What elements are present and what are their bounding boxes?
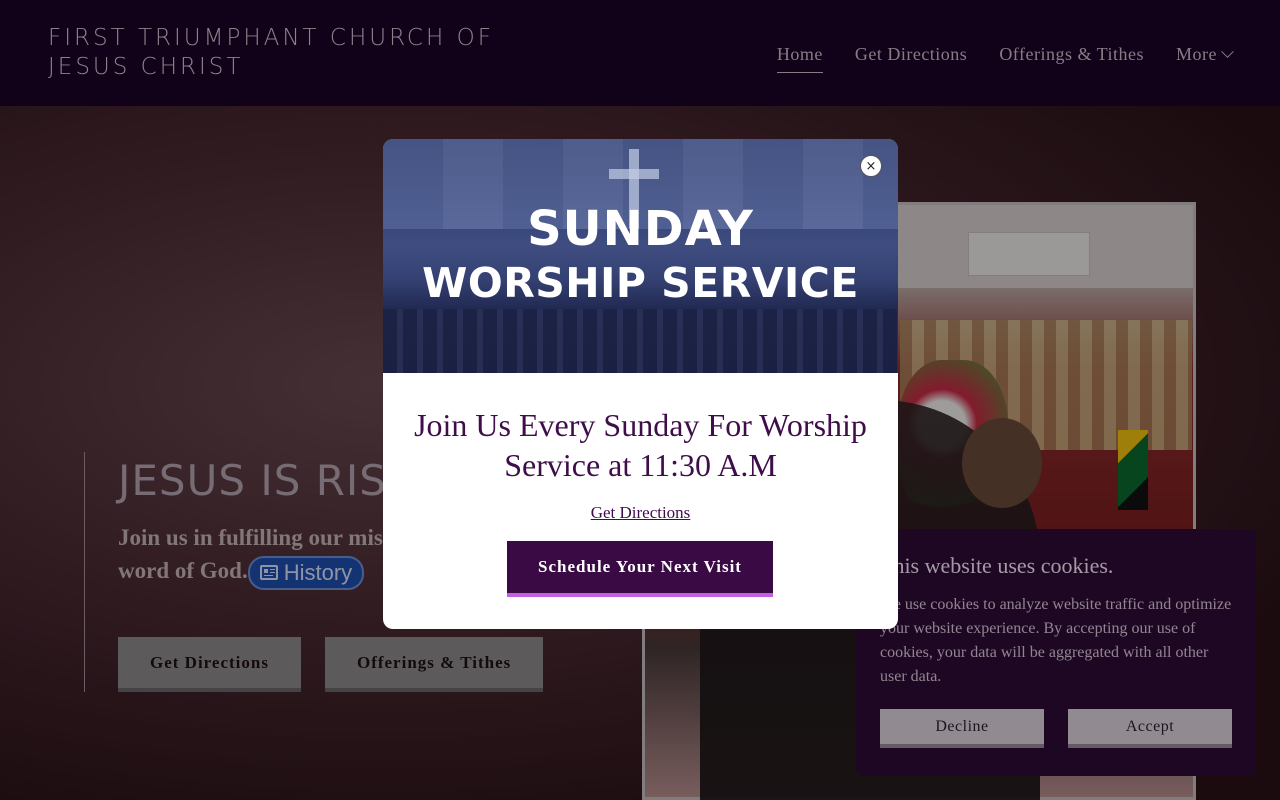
- schedule-visit-button[interactable]: Schedule Your Next Visit: [507, 541, 773, 597]
- modal-banner: SUNDAY WORSHIP SERVICE: [383, 139, 898, 373]
- decline-button[interactable]: Decline: [880, 709, 1044, 748]
- modal-get-directions-link[interactable]: Get Directions: [383, 503, 898, 523]
- worship-modal: SUNDAY WORSHIP SERVICE × Join Us Every S…: [383, 139, 898, 629]
- cookie-text: We use cookies to analyze website traffi…: [880, 596, 1232, 685]
- close-icon[interactable]: ×: [860, 155, 882, 177]
- cookie-title: This website uses cookies.: [880, 553, 1114, 578]
- cookie-banner: This website uses cookies. We use cookie…: [856, 529, 1256, 776]
- banner-seats: [383, 309, 898, 373]
- cookie-buttons: Decline Accept: [880, 709, 1232, 748]
- banner-title-line2: WORSHIP SERVICE: [422, 259, 859, 307]
- accept-button[interactable]: Accept: [1068, 709, 1232, 748]
- banner-title-line1: SUNDAY: [527, 201, 754, 257]
- cross-icon-bar: [609, 169, 659, 179]
- modal-heading: Join Us Every Sunday For Worship Service…: [414, 407, 867, 483]
